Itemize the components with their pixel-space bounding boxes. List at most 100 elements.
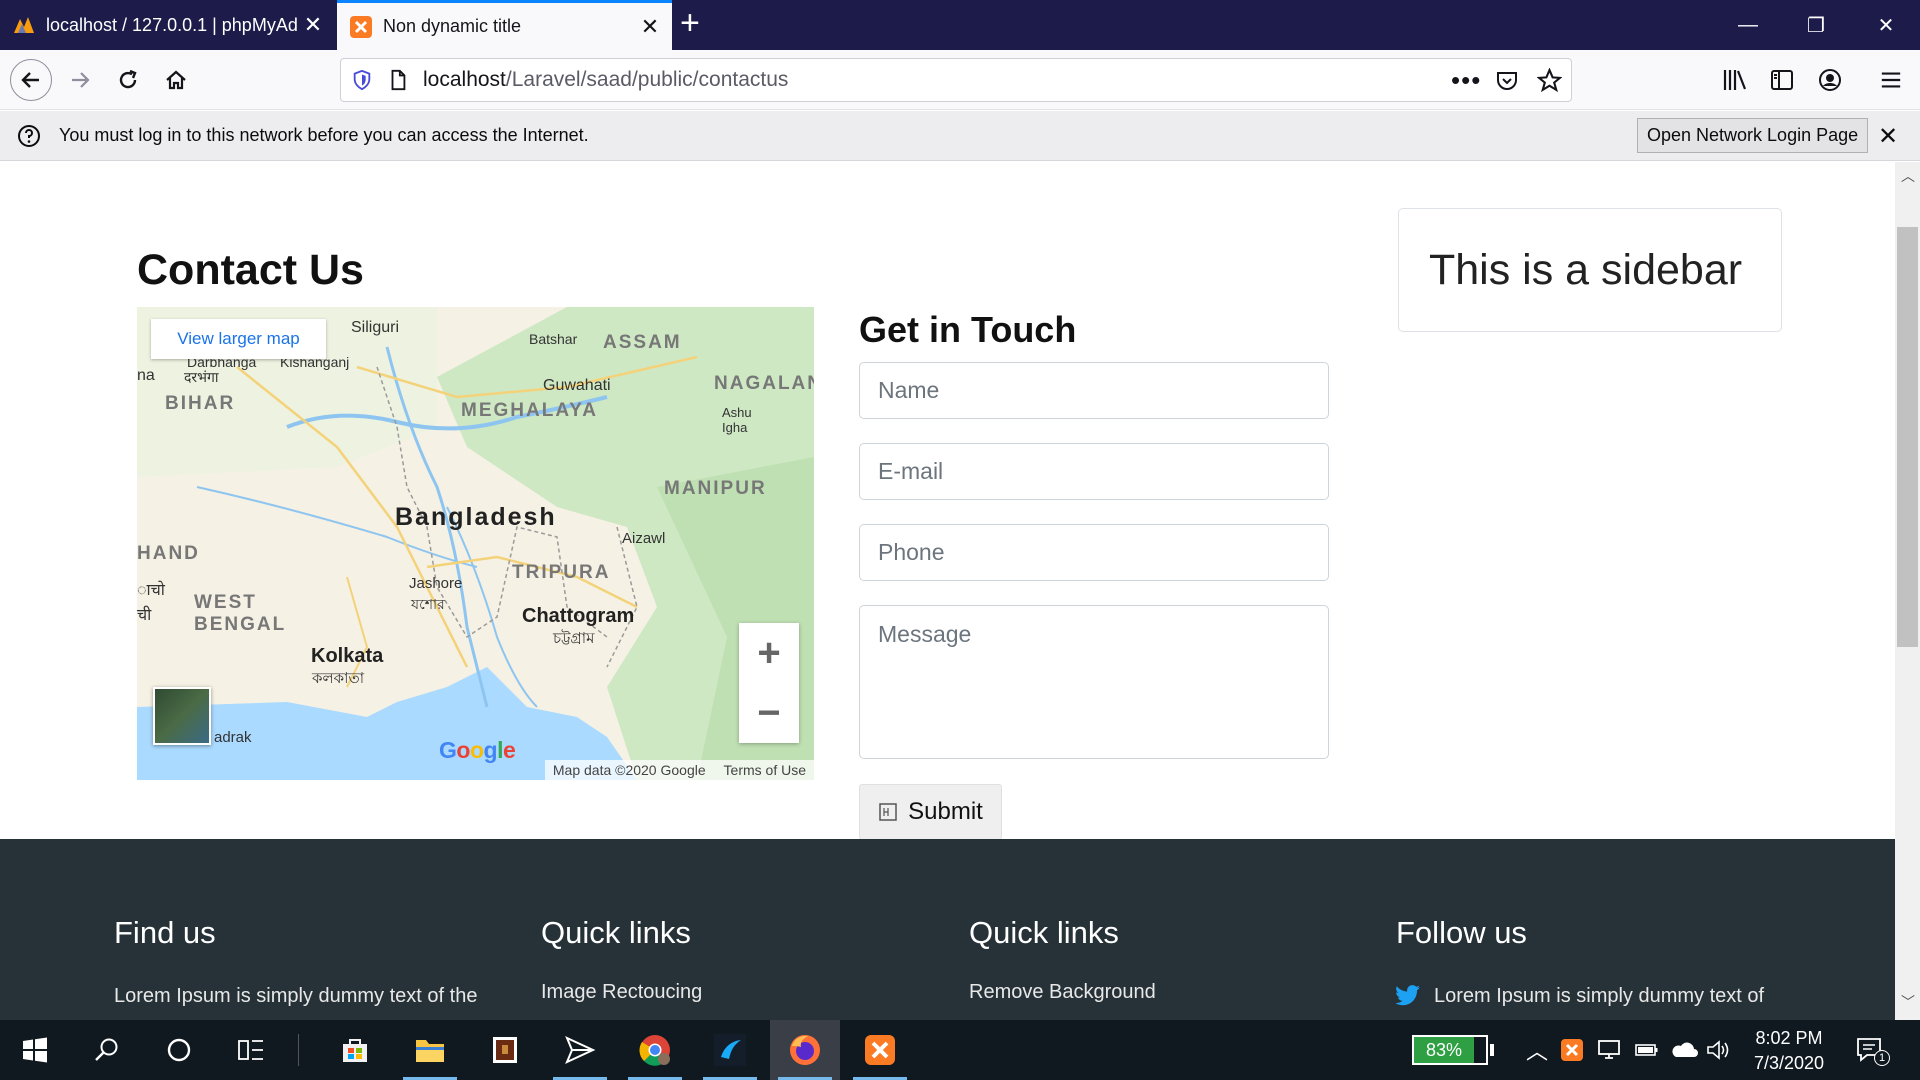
view-larger-map-link[interactable]: View larger map bbox=[151, 319, 326, 359]
map-label: যশোর bbox=[411, 596, 445, 612]
address-bar[interactable]: localhost/Laravel/saad/public/contactus … bbox=[340, 58, 1572, 102]
page-scrollbar[interactable]: ︿ ﹀ bbox=[1895, 162, 1920, 1020]
taskbar-chrome[interactable] bbox=[620, 1020, 690, 1080]
sidebar-text: This is a sidebar bbox=[1429, 245, 1743, 294]
account-icon[interactable] bbox=[1818, 68, 1842, 92]
url-path: /Laravel/saad/public/contactus bbox=[505, 68, 789, 91]
minimize-button[interactable]: — bbox=[1714, 0, 1782, 50]
back-button[interactable] bbox=[10, 59, 52, 101]
map-data-text: Map data ©2020 Google bbox=[552, 762, 706, 778]
phone-input[interactable]: Phone bbox=[859, 524, 1329, 581]
taskbar-file-explorer[interactable] bbox=[395, 1020, 465, 1080]
new-tab-button[interactable]: + bbox=[680, 4, 700, 43]
task-view-icon bbox=[238, 1040, 263, 1060]
close-icon[interactable]: ✕ bbox=[303, 12, 323, 38]
message-textarea[interactable]: Message bbox=[859, 605, 1329, 759]
forward-button[interactable] bbox=[60, 60, 100, 100]
satellite-view-toggle[interactable] bbox=[153, 687, 211, 745]
restore-button[interactable]: ❐ bbox=[1782, 0, 1850, 50]
task-view-button[interactable] bbox=[216, 1020, 286, 1080]
google-map[interactable]: Siliguri Batshar ASSAM Guwahati NAGALAN … bbox=[137, 307, 814, 780]
volume-icon[interactable] bbox=[1705, 1038, 1731, 1062]
zoom-in-button[interactable]: + bbox=[739, 623, 799, 683]
xampp-tray-icon[interactable] bbox=[1560, 1038, 1584, 1062]
arrow-right-icon bbox=[72, 72, 90, 88]
reload-button[interactable] bbox=[108, 60, 148, 100]
taskbar-send-app[interactable] bbox=[545, 1020, 615, 1080]
map-label: NAGALAN bbox=[714, 373, 814, 394]
zoom-out-button[interactable]: − bbox=[739, 683, 799, 743]
close-icon[interactable]: ✕ bbox=[1878, 122, 1898, 151]
cortana-button[interactable] bbox=[144, 1020, 214, 1080]
name-input[interactable]: Name bbox=[859, 362, 1329, 419]
show-hidden-icons-icon[interactable]: ︿ bbox=[1526, 1034, 1548, 1066]
map-label: दरभंगा bbox=[184, 369, 219, 385]
taskbar-book-app[interactable] bbox=[470, 1020, 540, 1080]
sidebar-card: This is a sidebar bbox=[1398, 208, 1782, 332]
map-label: Siliguri bbox=[351, 319, 400, 336]
xampp-icon bbox=[865, 1035, 895, 1065]
cortana-icon bbox=[167, 1038, 191, 1062]
url-text[interactable]: localhost/Laravel/saad/public/contactus bbox=[423, 68, 788, 92]
page-icon[interactable] bbox=[387, 69, 409, 91]
taskbar-xampp[interactable] bbox=[845, 1020, 915, 1080]
shield-icon[interactable] bbox=[351, 69, 373, 91]
scroll-up-arrow-icon[interactable]: ︿ bbox=[1901, 166, 1915, 186]
map-label: কলকাতা bbox=[312, 670, 365, 687]
action-center-button[interactable]: 1 bbox=[1855, 1036, 1890, 1066]
tab-active[interactable]: Non dynamic title ✕ bbox=[337, 0, 672, 50]
close-icon[interactable]: ✕ bbox=[640, 14, 660, 40]
onedrive-icon[interactable] bbox=[1670, 1040, 1698, 1060]
footer-heading: Quick links bbox=[969, 915, 1119, 950]
question-icon bbox=[18, 125, 40, 147]
home-button[interactable] bbox=[156, 60, 196, 100]
network-icon[interactable] bbox=[1597, 1038, 1623, 1062]
taskbar-firefox[interactable] bbox=[770, 1020, 840, 1080]
taskbar-telenor-app[interactable] bbox=[695, 1020, 765, 1080]
twitter-icon[interactable] bbox=[1396, 984, 1420, 1006]
firefox-icon bbox=[790, 1035, 820, 1065]
map-tiles[interactable] bbox=[137, 307, 814, 780]
start-button[interactable] bbox=[0, 1020, 70, 1080]
terms-of-use-link[interactable]: Terms of Use bbox=[724, 762, 806, 778]
tab-phpmyadmin[interactable]: localhost / 127.0.0.1 | phpMyAd ✕ bbox=[0, 0, 335, 50]
open-network-login-button[interactable]: Open Network Login Page bbox=[1637, 118, 1869, 153]
search-button[interactable] bbox=[72, 1020, 142, 1080]
footer-heading: Find us bbox=[114, 915, 216, 950]
taskbar-separator bbox=[298, 1034, 299, 1066]
tab-title: localhost / 127.0.0.1 | phpMyAd bbox=[46, 14, 298, 35]
system-clock[interactable]: 8:02 PM 7/3/2020 bbox=[1745, 1026, 1833, 1076]
store-icon bbox=[343, 1039, 367, 1062]
battery-tray-icon[interactable] bbox=[1635, 1040, 1659, 1060]
clock-time: 8:02 PM bbox=[1755, 1028, 1823, 1048]
map-label: MEGHALAYA bbox=[461, 400, 598, 421]
map-label: ASSAM bbox=[603, 332, 682, 353]
footer-link-image-retouching[interactable]: Image Rectoucing bbox=[541, 981, 702, 1004]
pocket-icon[interactable] bbox=[1495, 69, 1519, 93]
footer-link-remove-background[interactable]: Remove Background bbox=[969, 981, 1156, 1004]
notification-count: 1 bbox=[1874, 1050, 1890, 1066]
folder-icon bbox=[416, 1040, 444, 1062]
more-actions-icon[interactable]: ••• bbox=[1451, 65, 1481, 96]
close-window-button[interactable]: ✕ bbox=[1852, 0, 1920, 50]
sidebar-toggle-icon[interactable] bbox=[1770, 68, 1794, 92]
submit-button[interactable]: Submit bbox=[859, 784, 1002, 840]
submit-label: Submit bbox=[908, 798, 983, 825]
menu-icon[interactable] bbox=[1880, 69, 1902, 91]
arrow-left-icon bbox=[21, 72, 39, 88]
battery-indicator[interactable]: 83% bbox=[1412, 1035, 1488, 1065]
book-icon bbox=[493, 1037, 517, 1063]
email-input[interactable]: E-mail bbox=[859, 443, 1329, 500]
network-login-notification: You must log in to this network before y… bbox=[0, 111, 1920, 161]
footer: Find us Lorem Ipsum is simply dummy text… bbox=[0, 839, 1895, 1020]
star-icon[interactable] bbox=[1537, 68, 1562, 93]
library-icon[interactable] bbox=[1722, 68, 1748, 92]
xampp-icon bbox=[350, 15, 372, 38]
form-title: Get in Touch bbox=[859, 309, 1077, 350]
taskbar-store[interactable] bbox=[320, 1020, 390, 1080]
map-label: WEST BENGAL bbox=[194, 592, 287, 635]
scroll-down-arrow-icon[interactable]: ﹀ bbox=[1901, 992, 1915, 1012]
scrollbar-thumb[interactable] bbox=[1897, 227, 1918, 647]
map-zoom-controls: + − bbox=[739, 623, 799, 743]
notification-message: You must log in to this network before y… bbox=[59, 125, 589, 145]
